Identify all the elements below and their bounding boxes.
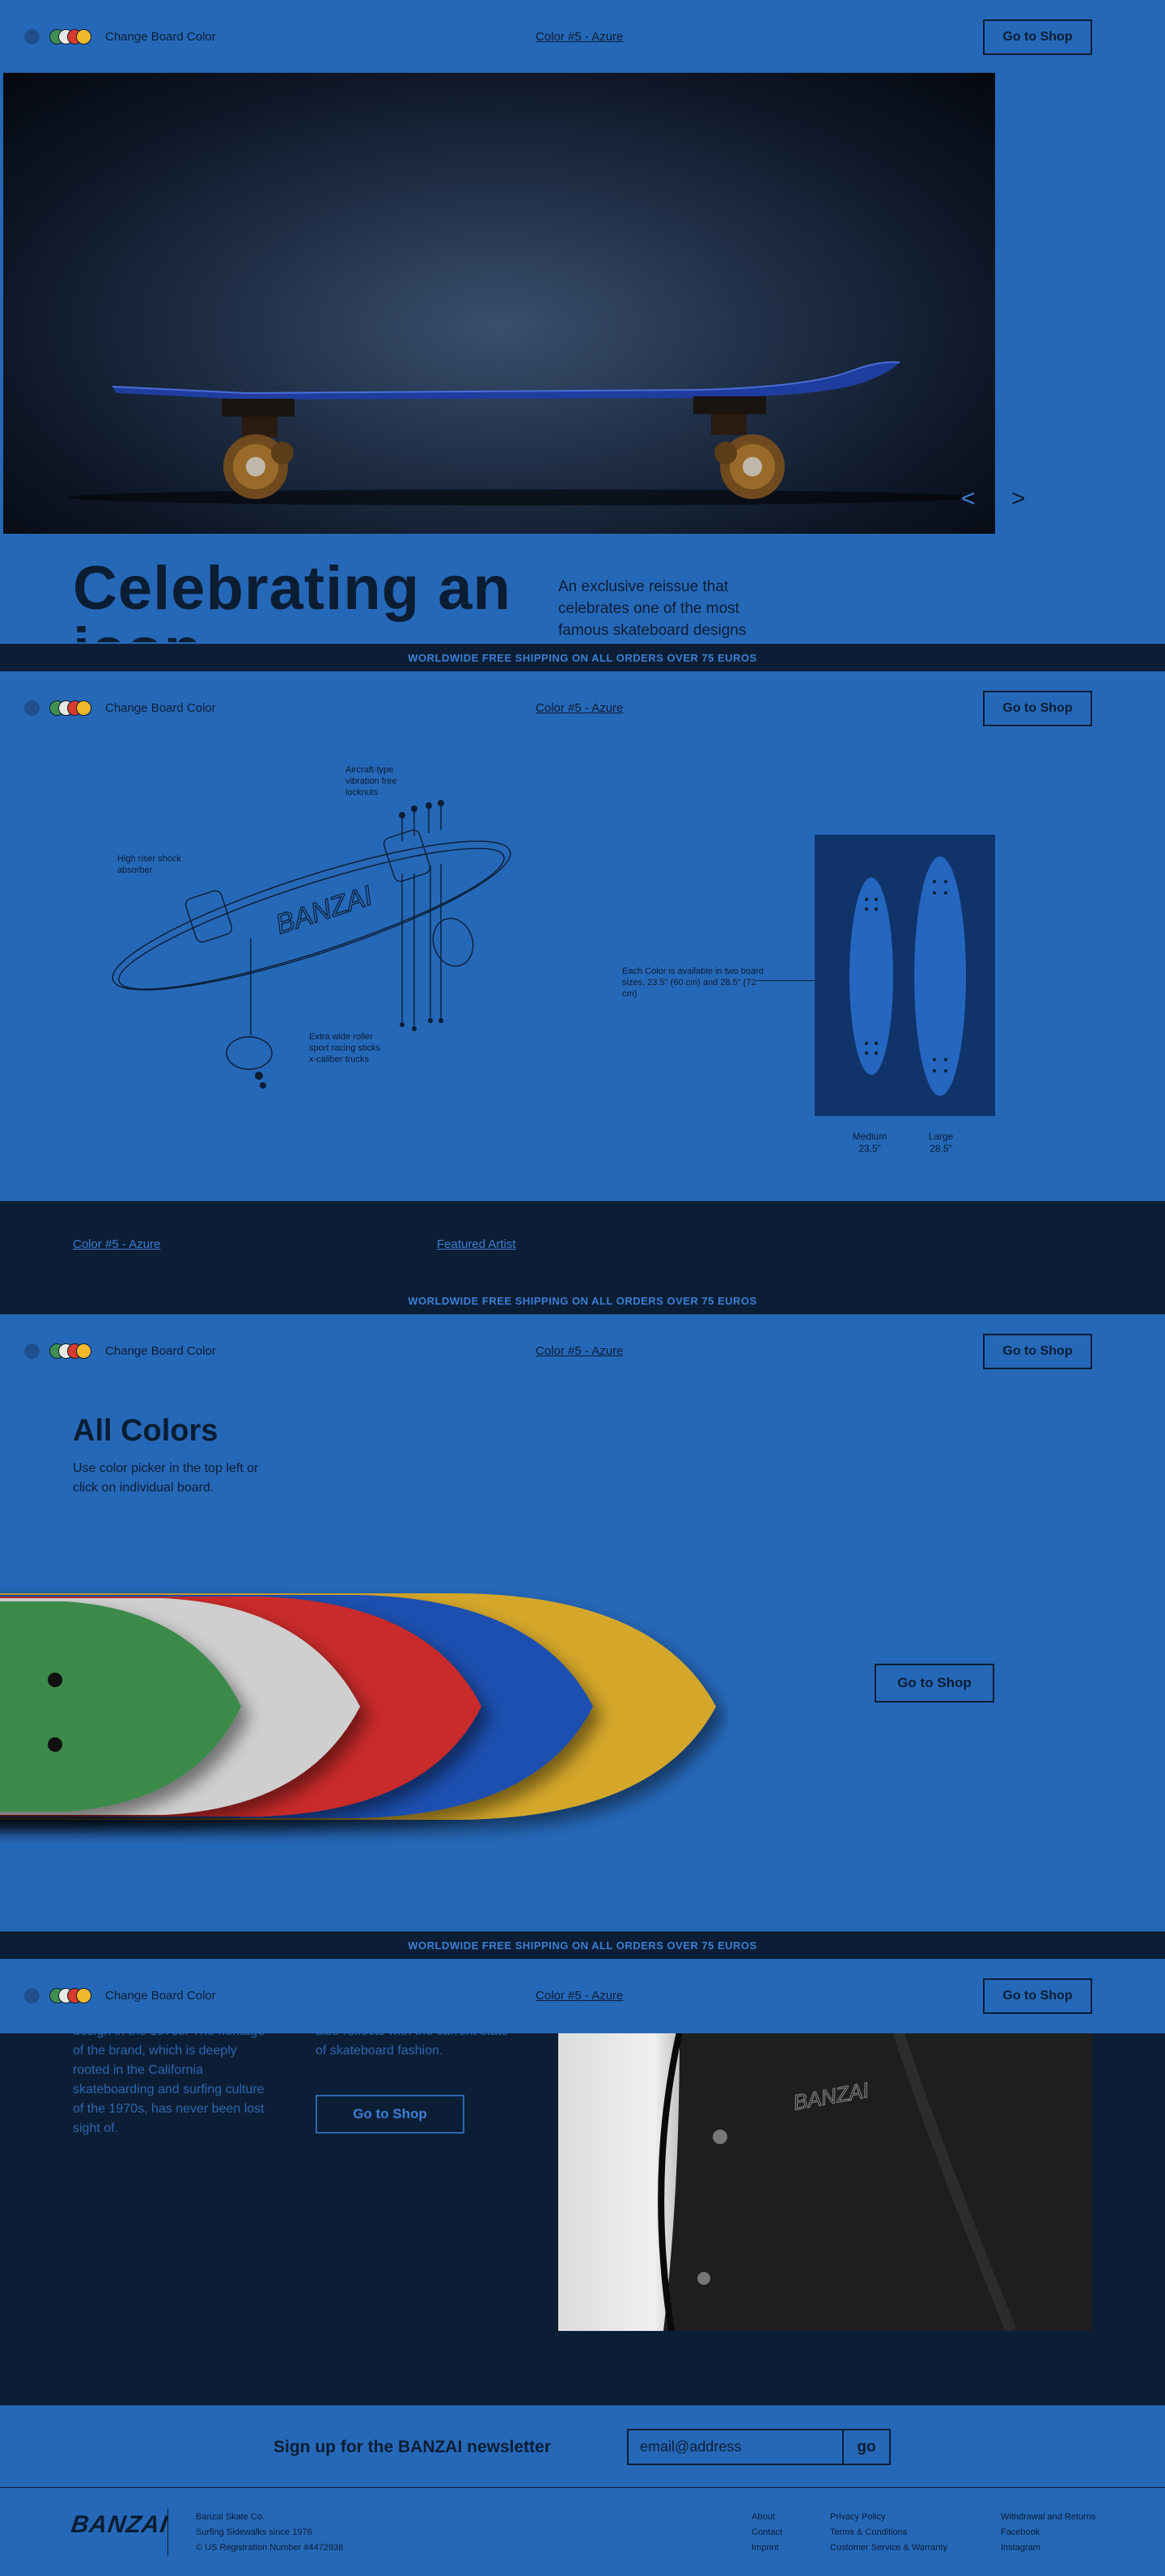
swatch-yellow[interactable]: [76, 1988, 91, 2003]
size-medium-label: Medium 23.5": [841, 1131, 898, 1155]
color-swatches[interactable]: [24, 700, 91, 716]
current-color-link[interactable]: Color #5 - Azure: [536, 701, 623, 715]
swatch-yellow[interactable]: [76, 700, 91, 716]
shipping-banner: WORLDWIDE FREE SHIPPING ON ALL ORDERS OV…: [0, 644, 1165, 671]
board-sizes-photo: [815, 835, 995, 1116]
footer-link-contact[interactable]: Contact: [752, 2525, 782, 2540]
banzai-logo[interactable]: BANZAI: [70, 2511, 170, 2539]
size-large-value: 28.5": [930, 1143, 952, 1154]
swatch-azure[interactable]: [24, 700, 40, 716]
color-boards-stack[interactable]: [0, 1569, 728, 1844]
section-link-band: Color #5 - Azure Featured Artist: [0, 1201, 1165, 1287]
color-swatches[interactable]: [24, 1988, 91, 2003]
current-color-link[interactable]: Color #5 - Azure: [536, 1989, 623, 2003]
annotation-trucks: Extra wide roller sport racing sticks x-…: [309, 1032, 381, 1064]
newsletter-label: Sign up for the BANZAI newsletter: [273, 2438, 552, 2456]
deck-logo-text: BANZAI: [272, 880, 376, 940]
footer-links-col2: Privacy Policy Terms & Conditions Custom…: [830, 2510, 947, 2556]
board-sizes-drawing: [815, 835, 995, 1116]
color-swatches[interactable]: [24, 29, 91, 44]
company-info: Banzai Skate Co. Surfing Sidewalks since…: [196, 2510, 343, 2556]
top-bar: Change Board Color Color #5 - Azure Go t…: [0, 671, 1165, 742]
swatch-yellow[interactable]: [76, 1343, 91, 1359]
color-boards-drawing: [0, 1593, 716, 1820]
skateboard-illustration: [68, 361, 974, 505]
swatch-azure[interactable]: [24, 1343, 40, 1359]
featured-artist-link[interactable]: Featured Artist: [437, 1237, 516, 1251]
footer-link-instagram[interactable]: Instagram: [1001, 2540, 1095, 2556]
change-board-color-label[interactable]: Change Board Color: [105, 30, 216, 44]
top-bar: Change Board Color Color #5 - Azure Go t…: [0, 0, 1165, 71]
annotation-sizes: Each Color is available in two board siz…: [622, 967, 764, 999]
change-board-color-label[interactable]: Change Board Color: [105, 1989, 216, 2003]
go-to-shop-button[interactable]: Go to Shop: [875, 1664, 994, 1703]
change-board-color-label[interactable]: Change Board Color: [105, 701, 216, 715]
company-tagline: Surfing Sidewalks since 1976: [196, 2527, 312, 2537]
go-to-shop-button[interactable]: Go to Shop: [983, 1978, 1092, 2014]
footer-link-privacy[interactable]: Privacy Policy: [830, 2510, 947, 2525]
jacket-photo: BANZAI: [558, 2032, 1092, 2331]
hero-description: An exclusive reissue that celebrates one…: [558, 578, 747, 639]
story-left-text: design in the 1970s. The heritage of the…: [73, 2024, 265, 2135]
go-to-shop-button[interactable]: Go to Shop: [316, 2095, 464, 2134]
current-color-link[interactable]: Color #5 - Azure: [536, 1344, 623, 1358]
newsletter-submit-button[interactable]: go: [842, 2429, 891, 2465]
carousel-prev-arrow[interactable]: <: [961, 485, 976, 513]
swatch-azure[interactable]: [24, 1988, 40, 2003]
footer-link-about[interactable]: About: [752, 2510, 782, 2525]
size-large-name: Large: [928, 1131, 954, 1142]
top-bar: Change Board Color Color #5 - Azure Go t…: [0, 1314, 1165, 1385]
size-large-label: Large 28.5": [913, 1131, 969, 1155]
size-medium-value: 23.5": [858, 1143, 881, 1154]
go-to-shop-button[interactable]: Go to Shop: [983, 19, 1092, 55]
swatch-azure[interactable]: [24, 29, 40, 44]
footer-link-returns[interactable]: Withdrawal and Returns: [1001, 2510, 1095, 2525]
color-swatches[interactable]: [24, 1343, 91, 1359]
color-azure-link[interactable]: Color #5 - Azure: [73, 1237, 160, 1251]
shipping-banner: WORLDWIDE FREE SHIPPING ON ALL ORDERS OV…: [0, 1931, 1165, 1959]
hero-title: Celebrating an icon: [73, 554, 511, 643]
newsletter-email-input[interactable]: [627, 2429, 844, 2465]
shipping-banner: WORLDWIDE FREE SHIPPING ON ALL ORDERS OV…: [0, 1287, 1165, 1314]
footer-link-customer-service[interactable]: Customer Service & Warranty: [830, 2540, 947, 2556]
go-to-shop-button[interactable]: Go to Shop: [983, 1334, 1092, 1369]
change-board-color-label[interactable]: Change Board Color: [105, 1344, 216, 1358]
company-registration: © US Registration Number #4472938: [196, 2543, 344, 2553]
annotation-riser: High riser shock absorber: [117, 854, 181, 875]
current-color-link[interactable]: Color #5 - Azure: [536, 30, 623, 44]
company-name: Banzai Skate Co.: [196, 2512, 265, 2522]
exploded-board-diagram: BANZAI Aircraft-type vibration free lock…: [97, 760, 550, 1108]
newsletter-bar: Sign up for the BANZAI newsletter go: [0, 2405, 1165, 2488]
footer-links-col3: Withdrawal and Returns Facebook Instagra…: [1001, 2510, 1095, 2556]
jacket-drawing: BANZAI: [658, 2032, 1092, 2331]
footer: BANZAI Banzai Skate Co. Surfing Sidewalk…: [0, 2489, 1165, 2576]
footer-link-terms[interactable]: Terms & Conditions: [830, 2525, 947, 2540]
carousel-next-arrow[interactable]: >: [1011, 485, 1026, 513]
all-colors-title: All Colors: [73, 1414, 218, 1448]
footer-link-imprint[interactable]: Imprint: [752, 2540, 782, 2556]
swatch-yellow[interactable]: [76, 29, 91, 44]
footer-link-facebook[interactable]: Facebook: [1001, 2525, 1095, 2540]
go-to-shop-button[interactable]: Go to Shop: [983, 691, 1092, 726]
hero-skateboard-image: [3, 73, 995, 534]
size-medium-name: Medium: [852, 1131, 888, 1142]
footer-divider: [167, 2509, 168, 2556]
top-bar: Change Board Color Color #5 - Azure Go t…: [0, 1959, 1165, 2033]
all-colors-subtitle: Use color picker in the top left or clic…: [73, 1461, 259, 1495]
footer-links-col1: About Contact Imprint: [752, 2510, 782, 2556]
annotation-locknuts: Aircraft-type vibration free locknuts: [345, 765, 397, 797]
